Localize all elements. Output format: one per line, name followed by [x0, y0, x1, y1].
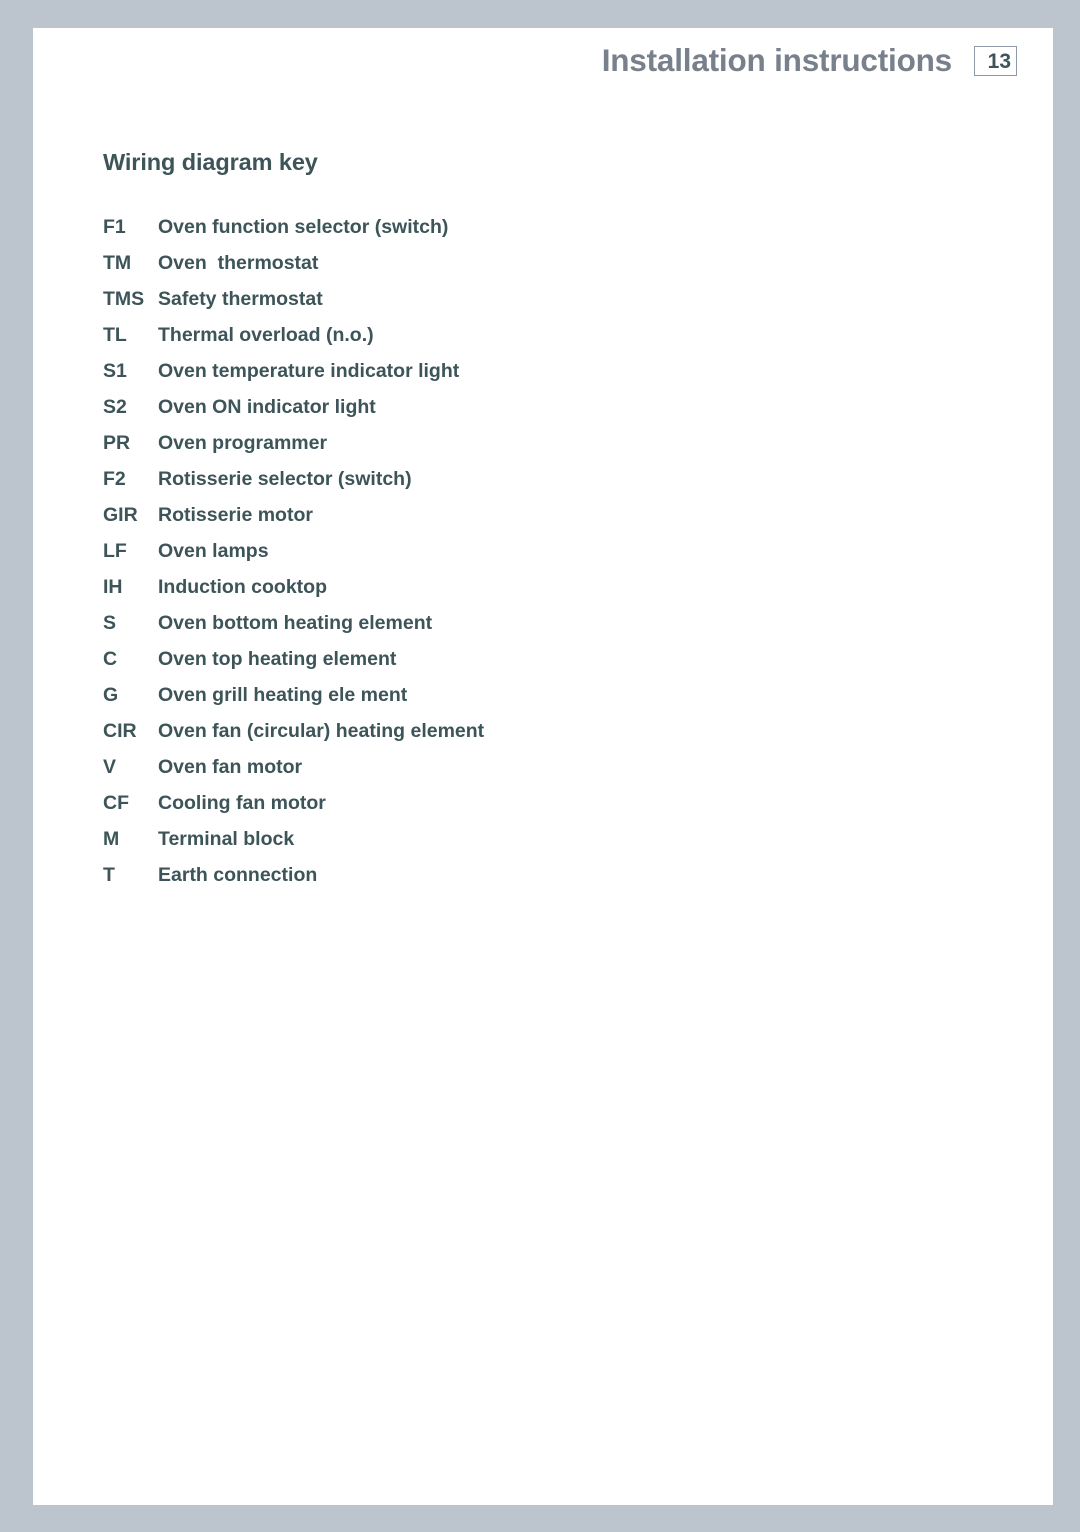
- page-sheet: Installation instructions 13 Wiring diag…: [33, 28, 1053, 1505]
- key-code: TL: [103, 324, 127, 347]
- list-item: CF Cooling fan motor: [103, 792, 1013, 828]
- key-description: Safety thermostat: [158, 288, 323, 311]
- key-code: T: [103, 864, 115, 887]
- key-code: S1: [103, 360, 127, 383]
- key-code: GIR: [103, 504, 138, 527]
- key-description: Thermal overload (n.o.): [158, 324, 374, 347]
- list-item: TL Thermal overload (n.o.): [103, 324, 1013, 360]
- list-item: S2 Oven ON indicator light: [103, 396, 1013, 432]
- key-description: Oven lamps: [158, 540, 269, 563]
- key-description: Oven bottom heating element: [158, 612, 433, 635]
- page-frame: Installation instructions 13 Wiring diag…: [0, 0, 1080, 1532]
- key-code: PR: [103, 432, 131, 455]
- key-code: TMS: [103, 288, 145, 311]
- key-description: Oven top heating element: [158, 648, 397, 671]
- key-code: F1: [103, 216, 126, 239]
- list-item: TMS Safety thermostat: [103, 288, 1013, 324]
- list-item: F1 Oven function selector (switch): [103, 216, 1013, 252]
- list-item: TM Oven thermostat: [103, 252, 1013, 288]
- list-item: V Oven fan motor: [103, 756, 1013, 792]
- list-item: S Oven bottom heating element: [103, 612, 1013, 648]
- key-description: Oven ON indicator light: [158, 396, 376, 419]
- key-description: Oven programmer: [158, 432, 328, 455]
- key-code: G: [103, 684, 119, 707]
- list-item: G Oven grill heating ele ment: [103, 684, 1013, 720]
- key-code: F2: [103, 468, 126, 491]
- list-item: GIR Rotisserie motor: [103, 504, 1013, 540]
- key-code: S2: [103, 396, 127, 419]
- key-description: Induction cooktop: [158, 576, 327, 599]
- key-description: Rotisserie motor: [158, 504, 313, 527]
- page-number-box: 13: [974, 46, 1017, 76]
- page-number: 13: [987, 49, 1011, 73]
- key-code: CF: [103, 792, 129, 815]
- content-area: Wiring diagram key F1 Oven function sele…: [103, 148, 1013, 900]
- key-description: Rotisserie selector (switch): [158, 468, 412, 491]
- key-description: Terminal block: [158, 828, 295, 851]
- key-code: C: [103, 648, 118, 671]
- key-description: Oven fan (circular) heating element: [158, 720, 485, 743]
- key-code: TM: [103, 252, 132, 275]
- key-description: Oven thermostat: [158, 252, 319, 275]
- list-item: C Oven top heating element: [103, 648, 1013, 684]
- page-header: Installation instructions 13: [33, 28, 1053, 118]
- wiring-diagram-key-list: F1 Oven function selector (switch) TM Ov…: [103, 216, 1013, 900]
- key-description: Oven fan motor: [158, 756, 303, 779]
- list-item: CIR Oven fan (circular) heating element: [103, 720, 1013, 756]
- list-item: M Terminal block: [103, 828, 1013, 864]
- list-item: F2 Rotisserie selector (switch): [103, 468, 1013, 504]
- key-code: S: [103, 612, 117, 635]
- key-code: LF: [103, 540, 127, 563]
- section-heading: Wiring diagram key: [103, 149, 318, 175]
- key-description: Oven grill heating ele ment: [158, 684, 408, 707]
- list-item: LF Oven lamps: [103, 540, 1013, 576]
- key-description: Cooling fan motor: [158, 792, 326, 815]
- page-title: Installation instructions: [601, 42, 952, 78]
- list-item: S1 Oven temperature indicator light: [103, 360, 1013, 396]
- list-item: PR Oven programmer: [103, 432, 1013, 468]
- key-code: IH: [103, 576, 123, 599]
- key-code: M: [103, 828, 120, 851]
- key-description: Earth connection: [158, 864, 318, 887]
- key-description: Oven temperature indicator light: [158, 360, 460, 383]
- key-description: Oven function selector (switch): [158, 216, 449, 239]
- key-code: CIR: [103, 720, 137, 743]
- key-code: V: [103, 756, 117, 779]
- list-item: T Earth connection: [103, 864, 1013, 900]
- list-item: IH Induction cooktop: [103, 576, 1013, 612]
